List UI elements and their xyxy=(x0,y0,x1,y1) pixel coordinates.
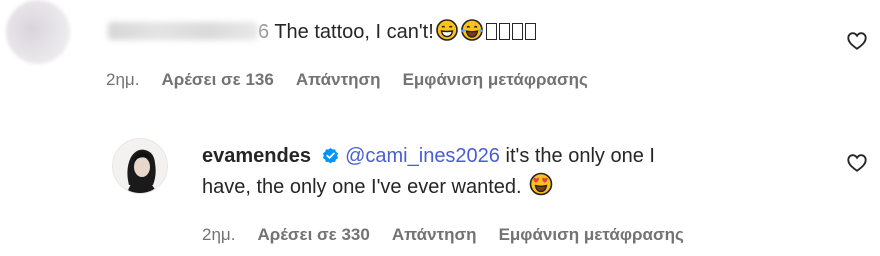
avatar[interactable] xyxy=(6,0,70,64)
grinning-face-emoji-icon xyxy=(435,19,458,50)
comment-time[interactable]: 2ημ. xyxy=(202,225,235,245)
comment-body: The tattoo, I can't! xyxy=(269,21,434,43)
heart-eyes-emoji-icon xyxy=(529,172,553,205)
comment-body-line-2: have, the only one I've ever wanted. xyxy=(202,176,522,198)
username-link[interactable]: evamendes xyxy=(202,145,311,167)
comment-body-line-1: it's the only one I xyxy=(499,145,655,167)
comment-meta: 2ημ. Αρέσει σε 136 Απάντηση Εμφάνιση μετ… xyxy=(106,70,610,90)
likes-count[interactable]: Αρέσει σε 136 xyxy=(161,70,273,90)
mention-link[interactable]: @cami_ines2026 xyxy=(345,145,500,167)
see-translation-button[interactable]: Εμφάνιση μετάφρασης xyxy=(499,225,684,245)
username-suffix[interactable]: 6 xyxy=(258,21,269,43)
reply-button[interactable]: Απάντηση xyxy=(392,225,477,245)
comment-text-line-2: have, the only one I've ever wanted. xyxy=(202,172,553,205)
comment-time[interactable]: 2ημ. xyxy=(106,70,139,90)
see-translation-button[interactable]: Εμφάνιση μετάφρασης xyxy=(403,70,588,90)
comment-text: 6 The tattoo, I can't! xyxy=(108,17,536,50)
reply-button[interactable]: Απάντηση xyxy=(296,70,381,90)
verified-badge-icon xyxy=(321,144,340,174)
unsupported-glyph-icon xyxy=(511,23,523,40)
unsupported-glyph-icon xyxy=(524,23,536,40)
unsupported-glyph-icon xyxy=(498,23,510,40)
comment-meta: 2ημ. Αρέσει σε 330 Απάντηση Εμφάνιση μετ… xyxy=(202,225,706,245)
comment-text: evamendes @cami_ines2026 it's the only o… xyxy=(202,141,655,174)
blurred-username[interactable] xyxy=(108,22,258,40)
unsupported-glyph-icon xyxy=(485,23,497,40)
avatar[interactable] xyxy=(112,138,168,194)
heart-outline-icon[interactable] xyxy=(846,30,868,52)
heart-outline-icon[interactable] xyxy=(846,152,868,174)
tears-of-joy-emoji-icon xyxy=(460,19,484,50)
likes-count[interactable]: Αρέσει σε 330 xyxy=(257,225,369,245)
